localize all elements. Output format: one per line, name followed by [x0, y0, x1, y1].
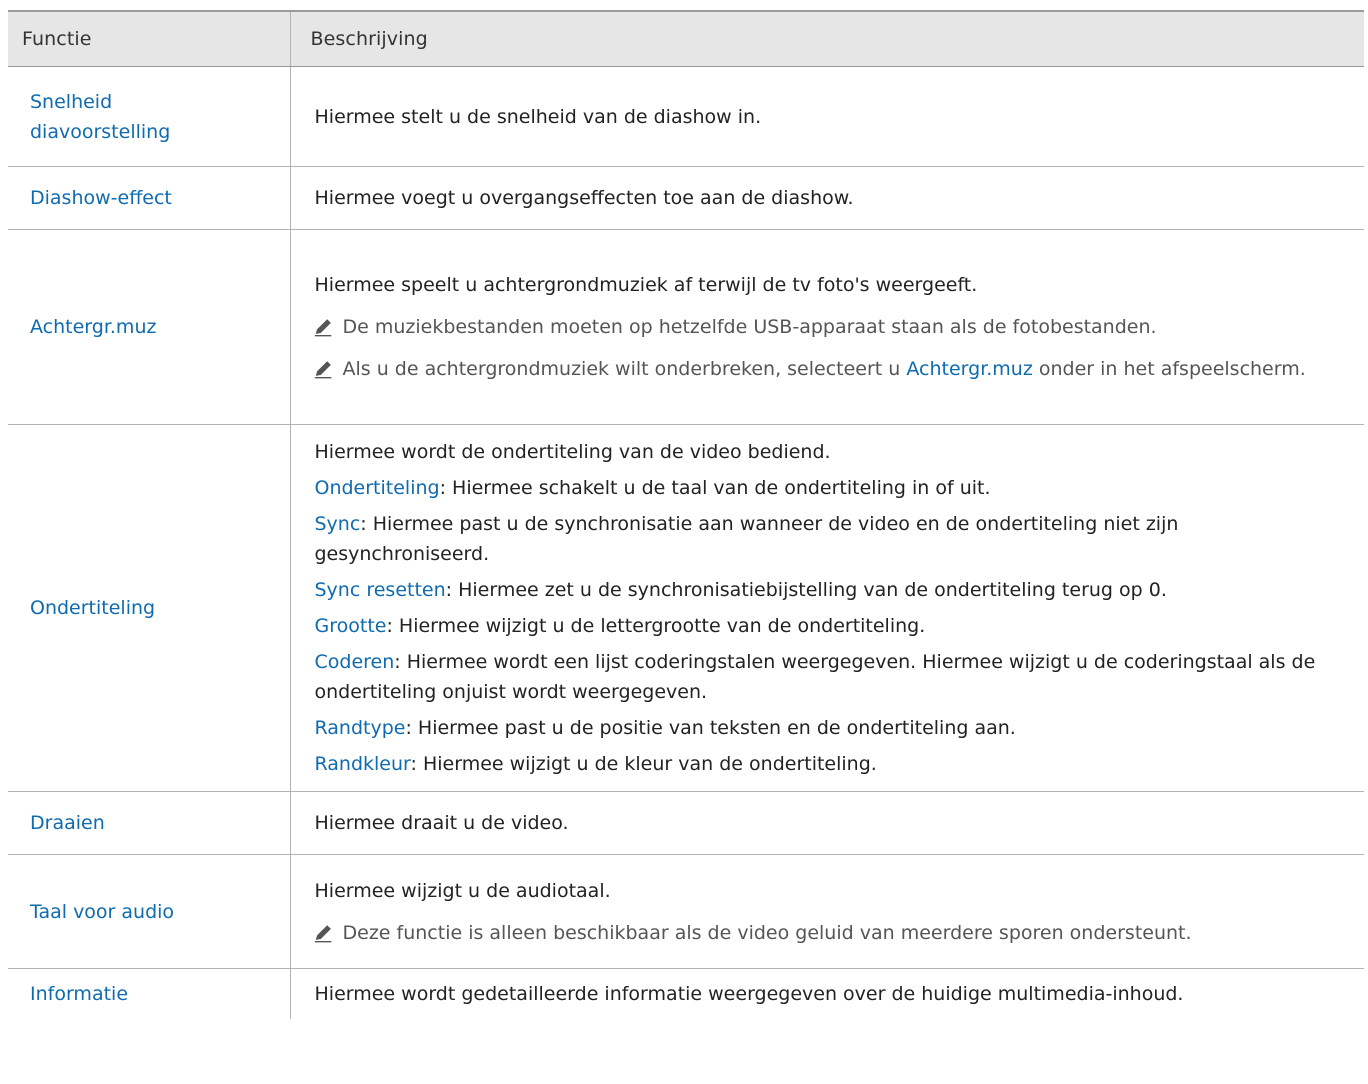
table-row: Draaien Hiermee draait u de video. — [8, 791, 1364, 855]
function-table: Functie Beschrijving Snelheid diavoorste… — [8, 10, 1364, 1019]
pencil-icon — [314, 924, 331, 942]
function-name[interactable]: Taal voor audio — [8, 854, 291, 969]
header-functie: Functie — [8, 10, 290, 67]
option-line: Coderen: Hiermee wordt een lijst coderin… — [314, 651, 1316, 703]
table-row: Achtergr.muz Hiermee speelt u achtergron… — [8, 229, 1364, 425]
function-description: Hiermee speelt u achtergrondmuziek af te… — [290, 229, 1364, 425]
function-name[interactable]: Draaien — [8, 791, 291, 855]
description-text: Hiermee speelt u achtergrondmuziek af te… — [314, 274, 978, 296]
function-description: Hiermee wijzigt u de audiotaal. Deze fun… — [290, 854, 1364, 969]
option-keyword[interactable]: Ondertiteling — [315, 477, 440, 499]
function-name[interactable]: Achtergr.muz — [8, 229, 291, 425]
keyword-link[interactable]: Achtergr.muz — [906, 358, 1032, 380]
function-description: Hiermee voegt u overgangseffecten toe aa… — [290, 166, 1364, 230]
table-row: Taal voor audio Hiermee wijzigt u de aud… — [8, 854, 1364, 969]
option-line: Sync resetten: Hiermee zet u de synchron… — [314, 579, 1167, 601]
option-line: Sync: Hiermee past u de synchronisatie a… — [314, 513, 1179, 565]
function-description: Hiermee wordt de ondertiteling van de vi… — [290, 424, 1364, 792]
option-keyword[interactable]: Coderen — [315, 651, 395, 673]
function-name[interactable]: Ondertiteling — [8, 424, 291, 792]
document-page: Functie Beschrijving Snelheid diavoorste… — [0, 0, 1368, 1084]
note: Als u de achtergrondmuziek wilt onderbre… — [314, 354, 1345, 384]
function-description: Hiermee draait u de video. — [290, 791, 1364, 855]
option-keyword[interactable]: Randkleur — [315, 753, 411, 775]
option-keyword[interactable]: Randtype — [315, 717, 406, 739]
option-keyword[interactable]: Sync resetten — [315, 579, 446, 601]
pencil-icon — [314, 361, 331, 379]
table-row: Diashow-effect Hiermee voegt u overgangs… — [8, 166, 1364, 230]
note: De muziekbestanden moeten op hetzelfde U… — [314, 312, 1345, 342]
table-row: Ondertiteling Hiermee wordt de ondertite… — [8, 424, 1364, 792]
function-name[interactable]: Diashow-effect — [8, 166, 291, 230]
function-name[interactable]: Informatie — [8, 968, 291, 1019]
function-description: Hiermee stelt u de snelheid van de diash… — [290, 66, 1364, 167]
option-line: Randkleur: Hiermee wijzigt u de kleur va… — [314, 753, 877, 775]
option-keyword[interactable]: Sync — [315, 513, 361, 535]
header-beschrijving: Beschrijving — [289, 10, 1364, 67]
function-description: Hiermee wordt gedetailleerde informatie … — [314, 983, 1184, 1005]
option-line: Ondertiteling: Hiermee schakelt u de taa… — [314, 477, 991, 499]
function-name[interactable]: Snelheid diavoorstelling — [8, 66, 291, 167]
note: Deze functie is alleen beschikbaar als d… — [314, 918, 1345, 948]
table-header-row: Functie Beschrijving — [8, 10, 1364, 67]
option-line: Grootte: Hiermee wijzigt u de lettergroo… — [314, 615, 926, 637]
pencil-icon — [314, 319, 331, 337]
option-keyword[interactable]: Grootte — [315, 615, 387, 637]
table-row: Snelheid diavoorstelling Hiermee stelt u… — [8, 66, 1364, 167]
table-row: Informatie Hiermee wordt gedetailleerde … — [8, 968, 1364, 1019]
option-line: Randtype: Hiermee past u de positie van … — [314, 717, 1016, 739]
